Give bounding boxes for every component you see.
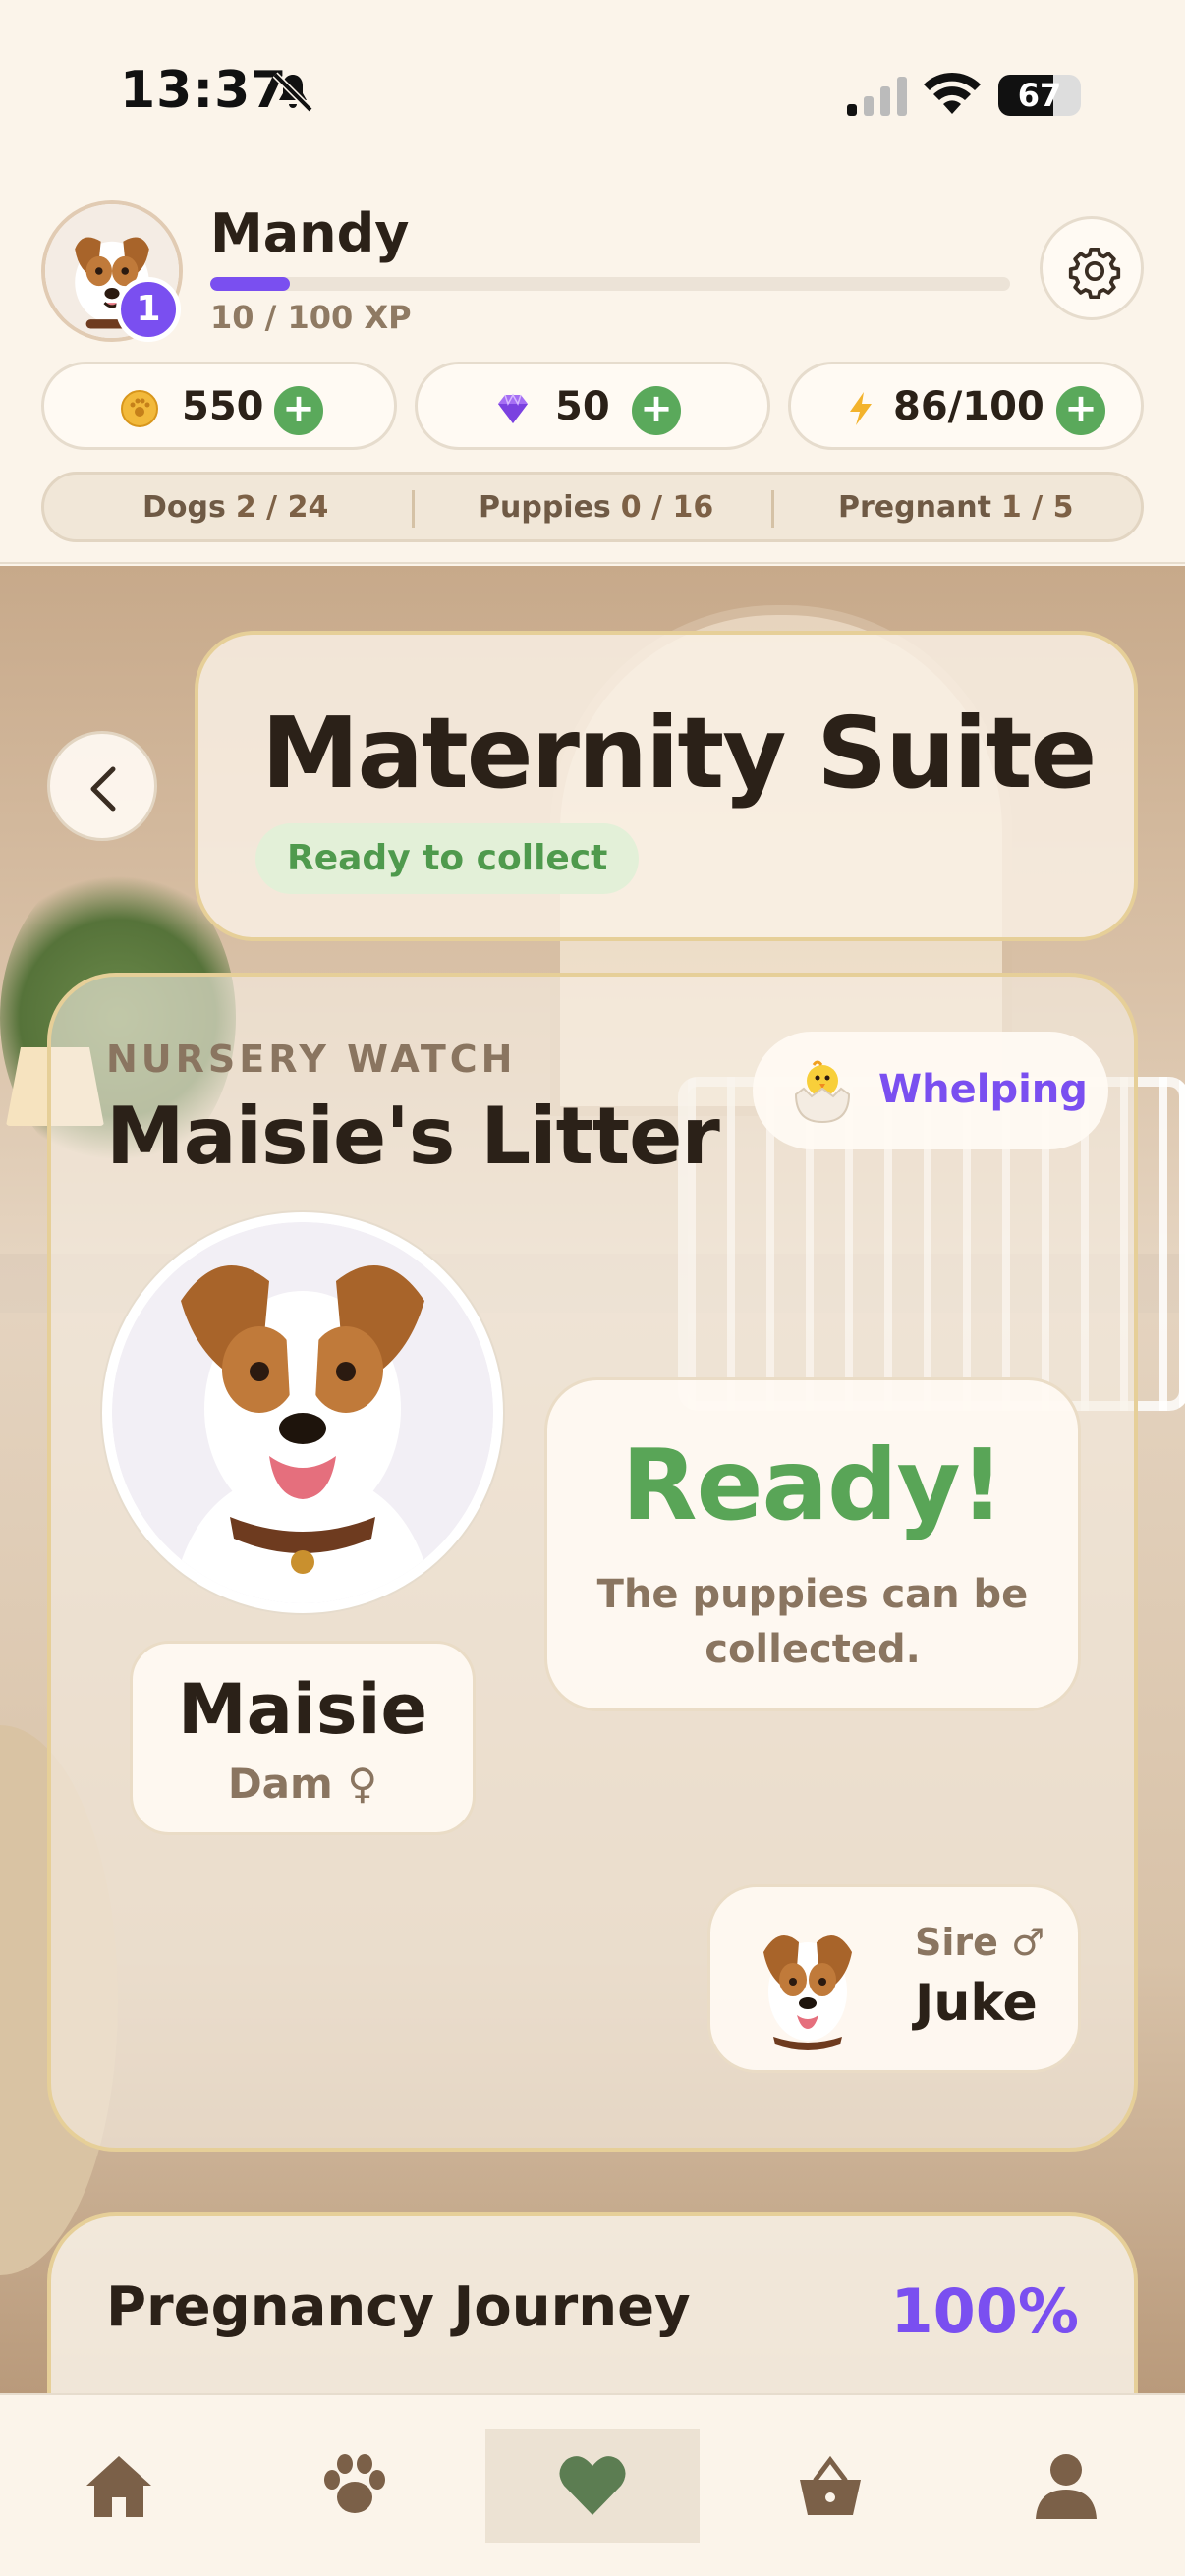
collection-counts: Dogs 2 / 24 Puppies 0 / 16 Pregnant 1 / 5 [41, 472, 1144, 542]
stage-label: Whelping [878, 1067, 1088, 1112]
dogs-count: Dogs 2 / 24 [142, 490, 328, 525]
dam-photo-frame [112, 1222, 493, 1603]
wifi-icon [924, 72, 981, 114]
dam-tag: Maisie Dam ♀ [130, 1641, 476, 1835]
profile-icon [1036, 2454, 1097, 2519]
sire-name: Juke [915, 1974, 1038, 2033]
dog-portrait-icon [112, 1222, 493, 1603]
paw-coin-icon [121, 390, 158, 427]
chevron-left-icon [90, 766, 116, 812]
dam-role: Dam ♀ [227, 1760, 378, 1808]
litter-card: NURSERY WATCH Maisie's Litter Whelping M… [47, 973, 1138, 2152]
bottom-tab-bar [0, 2393, 1185, 2576]
journey-title: Pregnancy Journey [106, 2275, 691, 2339]
divider [771, 490, 774, 528]
divider [412, 490, 415, 528]
tab-profile[interactable] [959, 2429, 1173, 2543]
sire-role: Sire ♂ [915, 1921, 1045, 1964]
stage-badge: Whelping [753, 1032, 1108, 1149]
puppies-label: Puppies [479, 490, 611, 525]
page-title-card: Maternity Suite Ready to collect [195, 631, 1138, 941]
dam-name: Maisie [177, 1669, 428, 1750]
battery-icon: 67 [998, 75, 1081, 116]
gear-icon [1068, 247, 1121, 299]
dogs-value: 2 / 24 [235, 490, 329, 525]
pregnant-value: 1 / 5 [1000, 490, 1074, 525]
xp-progress-fill [210, 277, 291, 291]
xp-text: 10 / 100 XP [210, 299, 412, 336]
back-button[interactable] [47, 731, 157, 841]
add-coins-button[interactable]: + [274, 386, 323, 435]
tab-breeding[interactable] [485, 2429, 700, 2543]
cell-signal-icon [847, 77, 907, 116]
energy-value: 86/100 [893, 384, 1044, 429]
section-eyebrow: NURSERY WATCH [106, 1037, 517, 1081]
player-name: Mandy [210, 202, 410, 264]
home-icon [86, 2456, 151, 2517]
coin-balance: 550 + [41, 362, 397, 450]
pregnant-label: Pregnant [838, 490, 991, 525]
puppies-count: Puppies 0 / 16 [479, 490, 713, 525]
pregnancy-journey-card: Pregnancy Journey 100% [47, 2212, 1138, 2393]
settings-button[interactable] [1040, 216, 1144, 320]
heart-icon [559, 2456, 626, 2515]
pregnant-count: Pregnant 1 / 5 [838, 490, 1074, 525]
paw-icon [324, 2454, 385, 2513]
gem-value: 50 [555, 384, 610, 429]
status-bar: 13:37 67 [0, 0, 1185, 187]
ready-status-card[interactable]: Ready! The puppies can be collected. [544, 1377, 1081, 1711]
battery-percent: 67 [1017, 77, 1062, 114]
status-badge: Ready to collect [255, 823, 640, 894]
xp-progress-bar [210, 277, 1010, 291]
nursery-scene: Maternity Suite Ready to collect NURSERY… [0, 566, 1185, 2393]
journey-percent: 100% [890, 2275, 1079, 2347]
ready-headline: Ready! [621, 1428, 1005, 1542]
add-gems-button[interactable]: + [632, 386, 681, 435]
gem-balance: 50 + [415, 362, 770, 450]
page-title: Maternity Suite [261, 696, 1097, 811]
tab-shop[interactable] [723, 2429, 937, 2543]
energy-balance: 86/100 + [788, 362, 1144, 450]
tab-home[interactable] [12, 2429, 226, 2543]
level-badge: 1 [116, 277, 181, 342]
bell-muted-icon [272, 72, 313, 113]
sire-dog-icon [763, 1934, 852, 2050]
dogs-label: Dogs [142, 490, 226, 525]
player-header: 1 Mandy 10 / 100 XP 550 + 50 + 86/100 + … [0, 187, 1185, 564]
clock: 13:37 [120, 61, 288, 120]
add-energy-button[interactable]: + [1056, 386, 1105, 435]
ready-description: The puppies can be collected. [596, 1572, 1029, 1672]
basket-icon [800, 2455, 861, 2515]
sire-card[interactable]: Sire ♂ Juke [707, 1884, 1081, 2073]
tab-dogs[interactable] [248, 2429, 462, 2543]
energy-bolt-icon [850, 392, 872, 425]
dam-photo[interactable] [102, 1212, 503, 1613]
coin-value: 550 [182, 384, 264, 429]
puppies-value: 0 / 16 [620, 490, 714, 525]
hatching-chick-icon [794, 1060, 851, 1124]
litter-title: Maisie's Litter [106, 1091, 720, 1182]
gem-icon [498, 393, 528, 423]
